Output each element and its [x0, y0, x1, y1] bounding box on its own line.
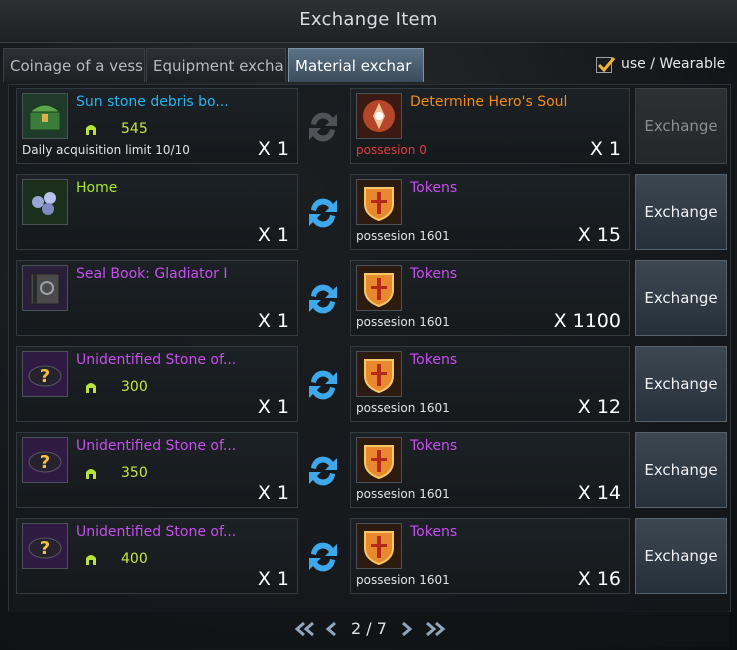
exchange-arrows-icon — [309, 198, 337, 228]
cost-quantity: X 1 — [257, 224, 289, 246]
checkmark-icon — [597, 57, 616, 73]
possession-count: possesion 1601 — [356, 401, 450, 415]
treasure-chest-icon — [22, 93, 68, 139]
exchange-item-window: Exchange Item Coinage of a vess Equipmen… — [0, 0, 737, 650]
reward-item-slot[interactable]: Tokens possesion 1601 X 15 — [350, 174, 630, 250]
tab-equipment-exchange[interactable]: Equipment excha — [146, 48, 286, 82]
reward-quantity: X 1 — [589, 138, 621, 160]
cost-item-name: Home — [76, 180, 118, 196]
cost-item-slot[interactable]: ? Unidentified Stone of... 400 X 1 — [16, 518, 298, 594]
level-value: 300 — [121, 379, 148, 395]
exchange-row: ? Unidentified Stone of... 300 X 1 Token… — [8, 342, 729, 424]
cost-quantity: X 1 — [257, 482, 289, 504]
svg-text:?: ? — [40, 452, 50, 473]
cost-item-name: Sun stone debris bo... — [76, 94, 229, 110]
reward-item-name: Tokens — [410, 352, 458, 368]
exchange-button[interactable]: Exchange — [635, 174, 727, 250]
reward-quantity: X 16 — [577, 568, 621, 590]
wearable-checkbox[interactable] — [596, 57, 616, 73]
wearable-filter-label: use / Wearable — [621, 56, 726, 72]
reward-item-slot[interactable]: Tokens possesion 1601 X 12 — [350, 346, 630, 422]
unidentified-stone-icon: ? — [22, 437, 68, 483]
exchange-row: Sun stone debris bo... 545 Daily acquisi… — [8, 84, 729, 166]
exchange-row: ? Unidentified Stone of... 350 X 1 Token… — [8, 428, 729, 510]
seal-book-icon — [22, 265, 68, 311]
exchange-button[interactable]: Exchange — [635, 432, 727, 508]
reward-quantity: X 14 — [577, 482, 621, 504]
reward-item-name: Tokens — [410, 524, 458, 540]
level-value: 545 — [121, 121, 148, 137]
exchange-arrows-icon — [309, 456, 337, 486]
cost-item-name: Unidentified Stone of... — [76, 438, 237, 454]
helmet-icon — [86, 125, 96, 135]
next-page-icon[interactable] — [400, 621, 414, 637]
cost-item-name: Unidentified Stone of... — [76, 352, 237, 368]
cost-item-slot[interactable]: ? Unidentified Stone of... 350 X 1 — [16, 432, 298, 508]
reward-item-name: Tokens — [410, 180, 458, 196]
cost-quantity: X 1 — [257, 396, 289, 418]
token-shield-icon — [356, 179, 402, 225]
token-shield-icon — [356, 437, 402, 483]
exchange-arrows-icon — [309, 112, 337, 142]
unidentified-stone-icon: ? — [22, 351, 68, 397]
reward-quantity: X 15 — [577, 224, 621, 246]
cost-item-slot[interactable]: Sun stone debris bo... 545 Daily acquisi… — [16, 88, 298, 164]
level-value: 400 — [121, 551, 148, 567]
exchange-button[interactable]: Exchange — [635, 346, 727, 422]
reward-quantity: X 1100 — [553, 310, 621, 332]
page-indicator: 2 / 7 — [351, 619, 387, 638]
exchange-row: Seal Book: Gladiator I X 1 Tokens posses… — [8, 256, 729, 338]
cost-item-name: Unidentified Stone of... — [76, 524, 237, 540]
helmet-icon — [86, 383, 96, 393]
helmet-icon — [86, 555, 96, 565]
exchange-button[interactable]: Exchange — [635, 88, 727, 164]
tab-material-exchange[interactable]: Material exchar — [288, 48, 424, 82]
exchange-row: Home X 1 Tokens possesion 1601 X 15 Exch… — [8, 170, 729, 252]
exchange-arrows-icon — [309, 370, 337, 400]
exchange-arrows-icon — [309, 284, 337, 314]
cost-item-name: Seal Book: Gladiator I — [76, 266, 228, 282]
window-title: Exchange Item — [0, 0, 737, 43]
token-shield-icon — [356, 265, 402, 311]
daily-limit-text: Daily acquisition limit 10/10 — [22, 143, 190, 157]
possession-count: possesion 1601 — [356, 315, 450, 329]
hero-soul-icon — [356, 93, 402, 139]
exchange-row: ? Unidentified Stone of... 400 X 1 Token… — [8, 514, 729, 596]
exchange-button[interactable]: Exchange — [635, 518, 727, 594]
exchange-button[interactable]: Exchange — [635, 260, 727, 336]
pearls-icon — [22, 179, 68, 225]
svg-text:?: ? — [40, 538, 50, 559]
token-shield-icon — [356, 523, 402, 569]
cost-item-slot[interactable]: ? Unidentified Stone of... 300 X 1 — [16, 346, 298, 422]
reward-item-slot[interactable]: Tokens possesion 1601 X 1100 — [350, 260, 630, 336]
reward-item-slot[interactable]: Determine Hero's Soul possesion 0 X 1 — [350, 88, 630, 164]
tab-coinage[interactable]: Coinage of a vess — [3, 48, 145, 82]
first-page-icon[interactable] — [294, 621, 316, 637]
possession-count: possesion 1601 — [356, 487, 450, 501]
reward-item-name: Tokens — [410, 438, 458, 454]
pagination: 2 / 7 — [8, 611, 729, 647]
cost-quantity: X 1 — [257, 568, 289, 590]
reward-item-name: Determine Hero's Soul — [410, 94, 568, 110]
cost-item-slot[interactable]: Seal Book: Gladiator I X 1 — [16, 260, 298, 336]
unidentified-stone-icon: ? — [22, 523, 68, 569]
cost-quantity: X 1 — [257, 310, 289, 332]
reward-item-name: Tokens — [410, 266, 458, 282]
last-page-icon[interactable] — [424, 621, 446, 637]
possession-count: possesion 1601 — [356, 229, 450, 243]
previous-page-icon[interactable] — [324, 621, 338, 637]
helmet-icon — [86, 469, 96, 479]
possession-count: possesion 0 — [356, 143, 427, 157]
reward-item-slot[interactable]: Tokens possesion 1601 X 16 — [350, 518, 630, 594]
token-shield-icon — [356, 351, 402, 397]
possession-count: possesion 1601 — [356, 573, 450, 587]
cost-item-slot[interactable]: Home X 1 — [16, 174, 298, 250]
level-value: 350 — [121, 465, 148, 481]
cost-quantity: X 1 — [257, 138, 289, 160]
exchange-arrows-icon — [309, 542, 337, 572]
reward-item-slot[interactable]: Tokens possesion 1601 X 14 — [350, 432, 630, 508]
svg-text:?: ? — [40, 366, 50, 387]
reward-quantity: X 12 — [577, 396, 621, 418]
